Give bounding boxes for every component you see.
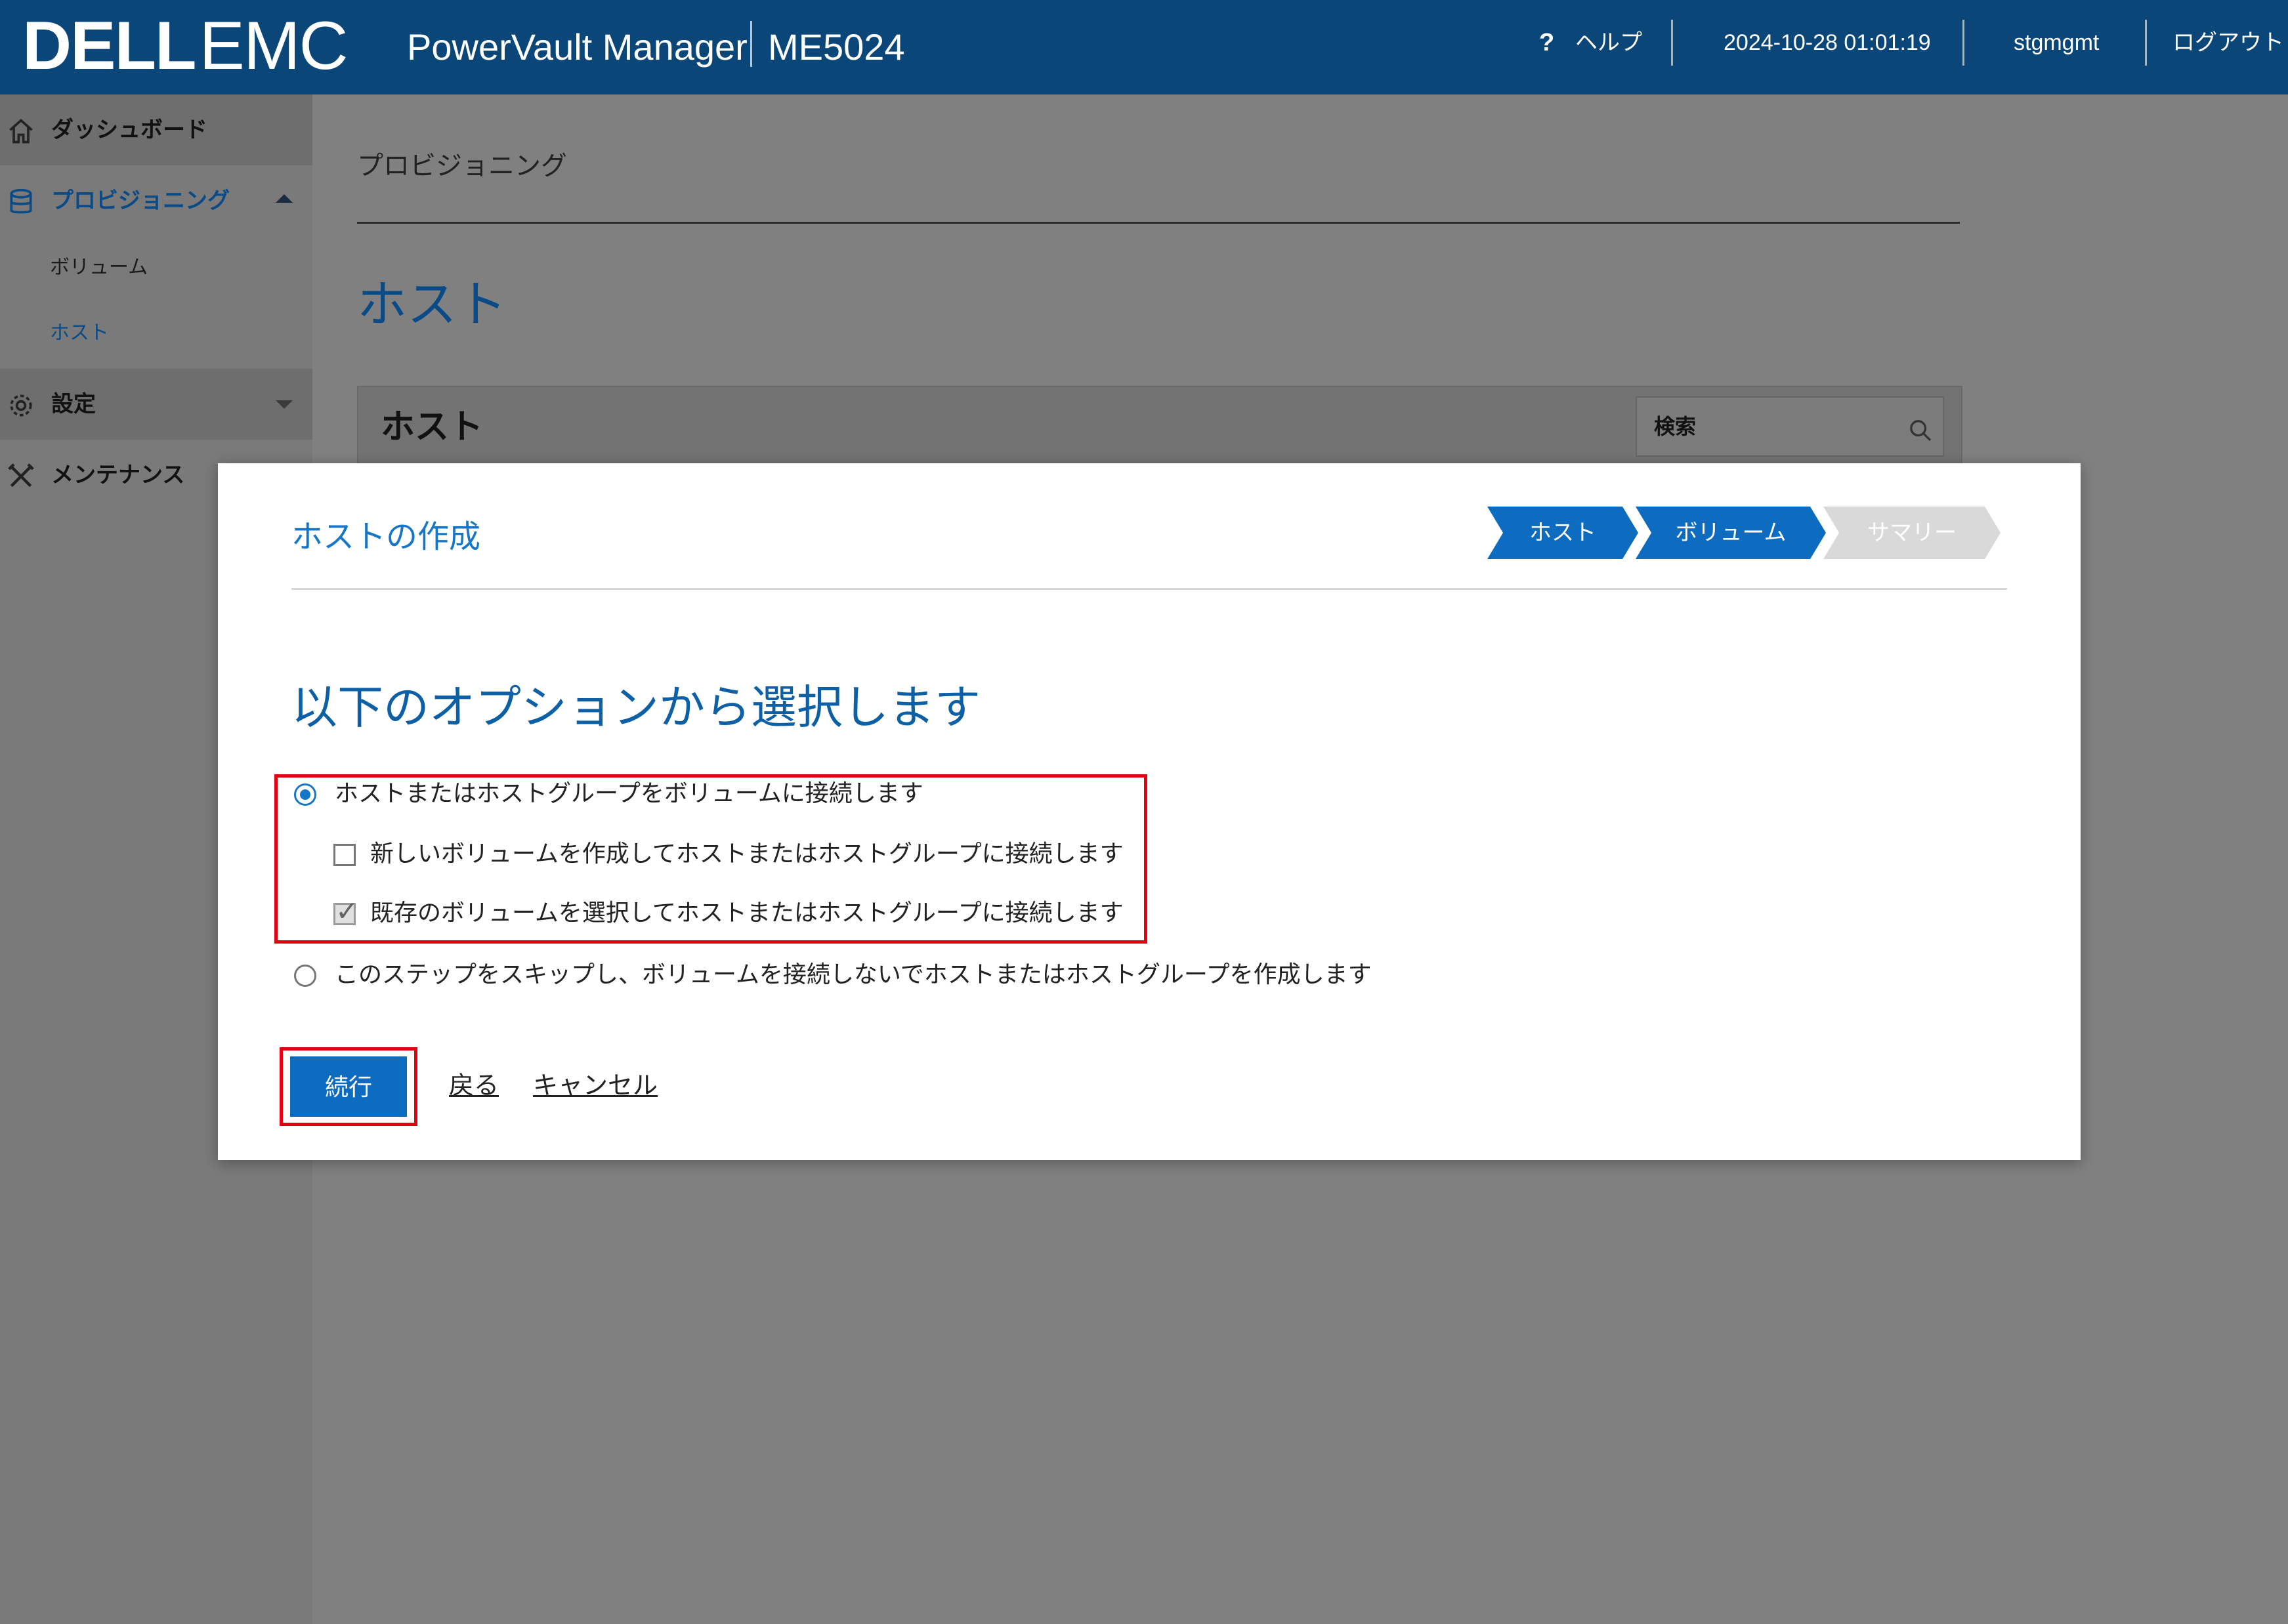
dell-emc-logo: DELLEMC bbox=[22, 7, 349, 85]
dialog-title: ホストの作成 bbox=[291, 518, 481, 555]
breadcrumb-divider bbox=[357, 222, 1960, 224]
wizard-step-summary: サマリー bbox=[1823, 507, 2001, 559]
host-panel: ホスト bbox=[357, 386, 1962, 471]
options-heading: 以下のオプションから選択します bbox=[291, 680, 981, 734]
wizard-step-volume: ボリューム bbox=[1636, 507, 1826, 559]
sidebar-item-label: 設定 bbox=[51, 391, 96, 417]
username[interactable]: stgmgmt bbox=[2014, 20, 2099, 66]
header-divider bbox=[1962, 20, 1964, 66]
sidebar-subitem-host[interactable]: ホスト bbox=[50, 301, 109, 366]
radio-connect-volume[interactable] bbox=[294, 783, 316, 806]
search-icon[interactable] bbox=[1907, 417, 1934, 444]
option-skip-label[interactable]: このステップをスキップし、ボリュームを接続しないでホストまたはホストグループを作… bbox=[335, 955, 1372, 995]
sidebar-item-label: メンテナンス bbox=[51, 462, 185, 488]
sidebar-item-label: ダッシュボード bbox=[51, 117, 207, 143]
sidebar-item-label: プロビジョニング bbox=[51, 188, 230, 214]
checkmark-icon: ✓ bbox=[335, 895, 359, 927]
logo-dell-text: DELL bbox=[22, 8, 197, 84]
system-datetime: 2024-10-28 01:01:19 bbox=[1724, 30, 1931, 55]
sidebar-subitem-volume[interactable]: ボリューム bbox=[50, 235, 148, 301]
help-icon[interactable]: ? bbox=[1539, 20, 1554, 66]
option-new-volume-label[interactable]: 新しいボリュームを作成してホストまたはホストグループに接続します bbox=[370, 835, 1124, 874]
dialog-divider bbox=[291, 588, 2007, 590]
page-title: ホスト bbox=[357, 275, 507, 333]
header-divider bbox=[1671, 20, 1673, 66]
wizard-step-host: ホスト bbox=[1487, 507, 1638, 559]
logo-emc-text: EMC bbox=[199, 8, 349, 84]
option-existing-volume-label[interactable]: 既存のボリュームを選択してホストまたはホストグループに接続します bbox=[370, 894, 1124, 933]
logout-link[interactable]: ログアウト bbox=[2172, 20, 2284, 66]
top-header: DELLEMC PowerVault Manager ME5024 ? ヘルプ … bbox=[0, 0, 2288, 94]
expand-caret-icon[interactable] bbox=[276, 400, 293, 409]
search-input[interactable] bbox=[1637, 398, 1943, 455]
breadcrumb: プロビジョニング bbox=[357, 151, 567, 181]
header-divider bbox=[2145, 20, 2147, 66]
tools-icon bbox=[8, 463, 34, 488]
option-connect-label[interactable]: ホストまたはホストグループをボリュームに接続します bbox=[335, 774, 923, 814]
title-divider bbox=[750, 21, 752, 67]
cancel-link[interactable]: キャンセル bbox=[533, 1066, 658, 1105]
database-icon bbox=[10, 188, 32, 214]
checkbox-new-volume[interactable] bbox=[333, 844, 356, 866]
sidebar-item-settings[interactable]: 設定 bbox=[0, 369, 312, 440]
help-link[interactable]: ヘルプ bbox=[1575, 20, 1642, 66]
sidebar-item-dashboard[interactable]: ダッシュボード bbox=[0, 94, 312, 165]
continue-button[interactable]: 続行 bbox=[290, 1056, 407, 1117]
collapse-caret-icon[interactable] bbox=[276, 194, 293, 203]
gear-icon bbox=[10, 394, 32, 417]
home-icon bbox=[9, 119, 33, 144]
checkbox-existing-volume[interactable]: ✓ bbox=[333, 898, 358, 925]
radio-skip-step[interactable] bbox=[294, 965, 316, 987]
create-host-dialog: ホストの作成 ホスト ボリューム サマリー 以下のオプションから選択します ホス… bbox=[218, 463, 2081, 1160]
panel-title: ホスト bbox=[381, 407, 484, 447]
back-link[interactable]: 戻る bbox=[449, 1066, 499, 1105]
sidebar-item-provisioning[interactable]: プロビジョニング bbox=[0, 165, 312, 236]
search-box bbox=[1636, 396, 1944, 457]
app-title: PowerVault Manager bbox=[407, 26, 748, 68]
model-name: ME5024 bbox=[768, 26, 905, 68]
